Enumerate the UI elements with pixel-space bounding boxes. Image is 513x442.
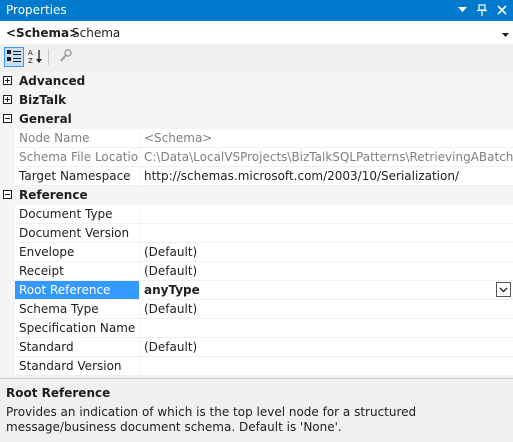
property-name: Specification Name [15,319,139,338]
close-icon[interactable] [495,2,509,18]
property-value[interactable] [140,357,513,376]
property-value[interactable]: C:\Data\LocalVSProjects\BizTalkSQLPatter… [140,148,513,167]
alphabetical-button[interactable]: A Z [26,47,46,67]
property-row-standard-version[interactable]: Standard Version [0,357,513,376]
property-value[interactable]: anyType [140,281,513,300]
property-row-root-reference[interactable]: Root Reference anyType [0,281,513,300]
property-name: Node Name [15,129,139,148]
property-row-receipt[interactable]: Receipt (Default) [0,262,513,281]
property-row-node-name[interactable]: Node Name <Schema> [0,129,513,148]
category-label: General [19,112,72,126]
description-panel: Root Reference Provides an indication of… [0,378,513,442]
collapse-icon[interactable] [3,114,12,123]
categorized-button[interactable] [4,47,24,67]
property-value[interactable]: http://schemas.microsoft.com/2003/10/Ser… [140,167,513,186]
category-label: Reference [19,188,88,202]
window-title: Properties [6,3,67,17]
property-name: Envelope [15,243,139,262]
pin-icon[interactable] [475,2,489,18]
property-value[interactable]: <Schema> [140,129,513,148]
expand-icon[interactable] [3,76,12,85]
property-value[interactable]: (Default) [140,262,513,281]
property-row-document-type[interactable]: Document Type [0,205,513,224]
property-row-schema-type[interactable]: Schema Type (Default) [0,300,513,319]
property-name: Document Type [15,205,139,224]
svg-text:A: A [28,49,33,57]
property-name: Document Version [15,224,139,243]
property-row-specification-name[interactable]: Specification Name [0,319,513,338]
category-biztalk[interactable]: BizTalk [0,91,513,110]
property-row-envelope[interactable]: Envelope (Default) [0,243,513,262]
property-row-schema-file-location[interactable]: Schema File Location C:\Data\LocalVSProj… [0,148,513,167]
categorized-icon [7,49,21,66]
property-name: Standard [15,338,139,357]
title-bar: Properties [0,0,513,21]
category-advanced[interactable]: Advanced [0,72,513,91]
category-label: Advanced [19,74,86,88]
property-value[interactable] [140,319,513,338]
property-name: Receipt [15,262,139,281]
property-row-target-namespace[interactable]: Target Namespace http://schemas.microsof… [0,167,513,186]
value-dropdown-button[interactable] [496,282,511,297]
dropdown-icon[interactable] [455,2,469,18]
object-type: Schema [72,26,121,40]
property-name: Root Reference [15,281,139,300]
chevron-down-icon [499,287,508,292]
toolbar: A Z [0,44,513,70]
category-label: BizTalk [19,93,67,107]
description-title: Root Reference [6,386,111,400]
property-name: Target Namespace [15,167,139,186]
property-value[interactable]: (Default) [140,338,513,357]
property-value[interactable]: (Default) [140,300,513,319]
property-name: Schema Type [15,300,139,319]
property-row-standard[interactable]: Standard (Default) [0,338,513,357]
expand-icon[interactable] [3,95,12,104]
category-general[interactable]: General [0,110,513,129]
chevron-down-icon[interactable] [502,27,509,41]
collapse-icon[interactable] [3,190,12,199]
property-name: Schema File Location [15,148,139,167]
toolbar-separator [48,49,49,65]
property-pages-button[interactable] [56,47,76,67]
property-pages-icon [59,48,73,66]
object-name: <Schema> [6,26,80,40]
property-value[interactable]: (Default) [140,243,513,262]
description-text: Provides an indication of which is the t… [6,405,417,434]
object-selector[interactable]: <Schema> Schema [0,21,513,45]
category-reference[interactable]: Reference [0,186,513,205]
property-name: Standard Version [15,357,139,376]
property-value[interactable] [140,224,513,243]
property-row-document-version[interactable]: Document Version [0,224,513,243]
property-grid: Advanced BizTalk General Node Name <Sche… [0,72,513,376]
property-value[interactable] [140,205,513,224]
alphabetical-icon: A Z [28,48,44,67]
svg-text:Z: Z [28,57,33,64]
